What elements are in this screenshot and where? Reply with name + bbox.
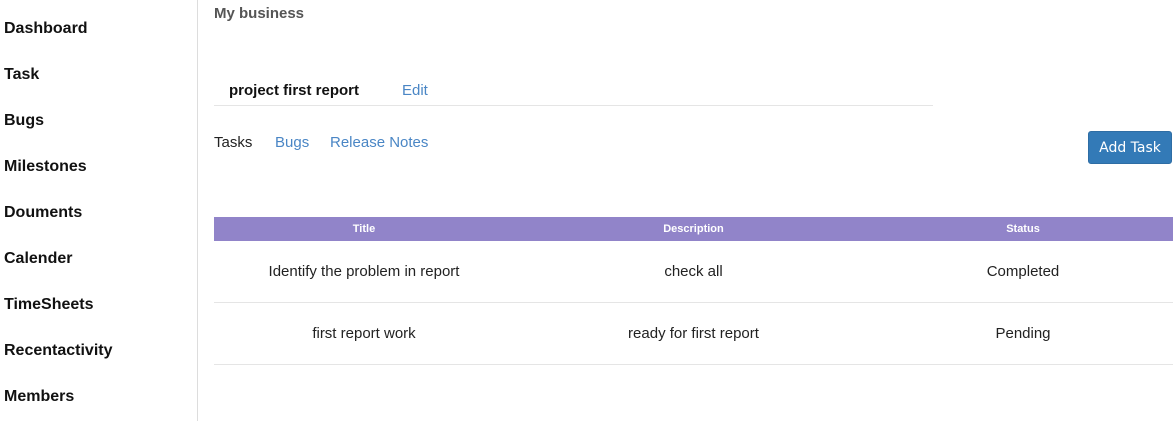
main-content: My business project first report Edit Ta… (199, 0, 1173, 421)
tab-bugs[interactable]: Bugs (275, 134, 309, 151)
tab-tasks[interactable]: Tasks (214, 134, 252, 151)
task-title-cell: Identify the problem in report (214, 241, 514, 303)
project-header: project first report Edit (214, 78, 933, 106)
edit-project-link[interactable]: Edit (402, 82, 428, 99)
column-header-title[interactable]: Title (214, 217, 514, 241)
page-title: My business (214, 5, 305, 22)
task-description-cell: ready for first report (514, 302, 873, 365)
sidebar-item-task[interactable]: Task (4, 65, 39, 85)
project-name: project first report (229, 82, 360, 99)
task-title-cell: first report work (214, 302, 514, 365)
sidebar-item-milestones[interactable]: Milestones (4, 157, 87, 177)
table-row[interactable]: Identify the problem in report check all… (214, 241, 1173, 303)
app-root: Dashboard Task Bugs Milestones Douments … (0, 0, 1173, 421)
task-description-cell: check all (514, 241, 873, 303)
task-status-cell: Pending (873, 302, 1173, 365)
sidebar-item-members[interactable]: Members (4, 387, 74, 407)
column-header-description[interactable]: Description (514, 217, 873, 241)
sidebar-item-calendar[interactable]: Calender (4, 249, 72, 269)
sidebar-item-timesheets[interactable]: TimeSheets (4, 295, 94, 315)
task-status-cell: Completed (873, 241, 1173, 303)
sidebar-item-bugs[interactable]: Bugs (4, 111, 44, 131)
column-header-status[interactable]: Status (873, 217, 1173, 241)
table-row[interactable]: first report work ready for first report… (214, 302, 1173, 365)
tab-release-notes[interactable]: Release Notes (330, 134, 428, 151)
sidebar-item-documents[interactable]: Douments (4, 203, 82, 223)
sidebar-item-recent-activity[interactable]: Recentactivity (4, 341, 113, 361)
sidebar-item-dashboard[interactable]: Dashboard (4, 19, 88, 39)
sidebar: Dashboard Task Bugs Milestones Douments … (0, 0, 198, 421)
add-task-button[interactable]: Add Task (1088, 131, 1172, 164)
table-header-row: Title Description Status (214, 217, 1173, 241)
tasks-table: Title Description Status Identify the pr… (214, 217, 1173, 365)
